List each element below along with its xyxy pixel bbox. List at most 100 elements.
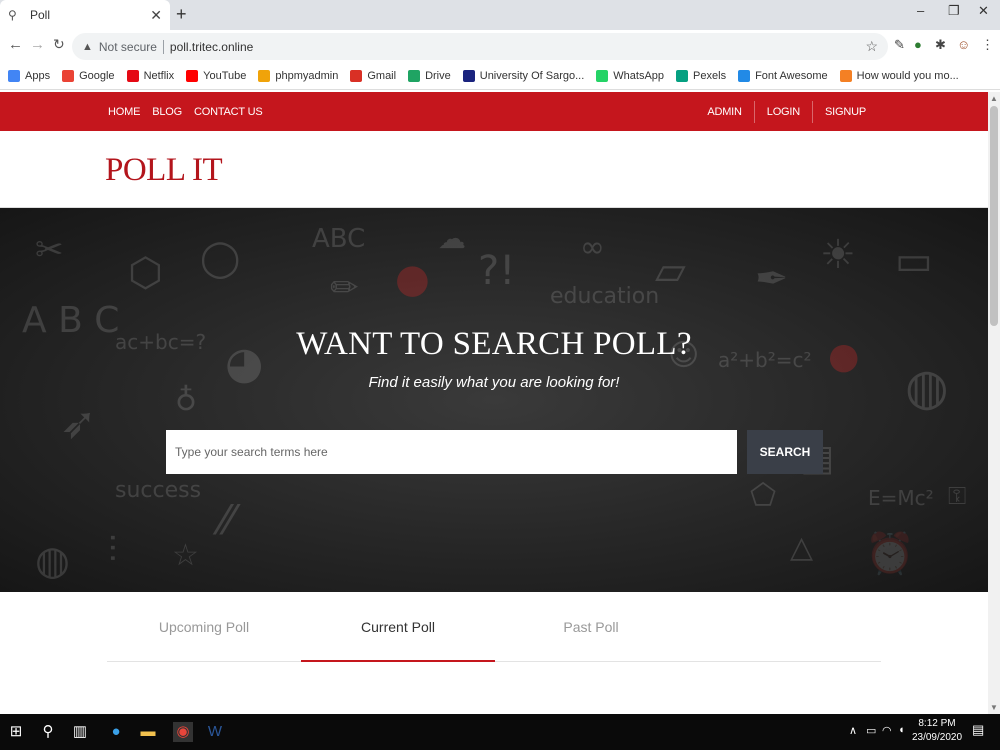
bookmark-star-icon[interactable]: ☆	[865, 38, 878, 55]
address-bar[interactable]: ▲ Not secure poll.tritec.online ☆	[72, 33, 888, 60]
chrome-icon[interactable]: ◉	[173, 722, 193, 742]
profile-avatar-icon[interactable]: ☺	[957, 37, 970, 52]
lock-doodle-icon: ⚿	[948, 482, 967, 510]
brand-header: POLL IT	[0, 131, 988, 208]
bookmark-label: WhatsApp	[613, 70, 665, 82]
url-text: poll.tritec.online	[169, 39, 254, 54]
speech-bubble-doodle-icon: ◯	[200, 238, 241, 279]
scroll-down-icon[interactable]: ▼	[990, 703, 998, 712]
bookmark-google[interactable]: Google	[62, 70, 115, 82]
nav-admin-link[interactable]: ADMIN	[695, 101, 753, 123]
file-explorer-icon[interactable]: ▬	[138, 722, 158, 742]
apps-grid-icon	[8, 70, 20, 82]
top-navigation: HOME BLOG CONTACT US ADMIN LOGIN SIGNUP	[0, 92, 988, 131]
pen-doodle-icon: ✒	[755, 256, 789, 302]
browser-tab[interactable]: ⚲ Poll ✕	[0, 0, 170, 30]
abc-doodle-icon: ABC	[312, 224, 366, 254]
wifi-icon[interactable]: ◠	[882, 724, 892, 737]
new-tab-icon[interactable]: +	[176, 4, 187, 25]
back-icon[interactable]: ←	[8, 36, 23, 53]
gmail-icon	[350, 70, 363, 82]
bookmark-netflix[interactable]: Netflix	[126, 70, 175, 82]
nav-blog-link[interactable]: BLOG	[152, 106, 182, 118]
windows-start-icon[interactable]: ⊞	[6, 722, 26, 742]
poll-search-input[interactable]	[166, 430, 737, 474]
bookmark-youtube[interactable]: YouTube	[186, 70, 246, 82]
warning-icon: ▲	[82, 40, 93, 53]
eyedropper-extension-icon[interactable]: ✎	[894, 37, 905, 53]
bookmark-phpmyadmin[interactable]: phpmyadmin	[258, 70, 338, 82]
nav-login-link[interactable]: LOGIN	[753, 100, 812, 123]
address-separator	[162, 39, 164, 54]
emc2-doodle-icon: E=Mc²	[868, 486, 934, 510]
youtube-icon	[186, 70, 199, 82]
restore-icon[interactable]: ❐	[948, 3, 960, 19]
poll-favicon-icon: ⚲	[8, 8, 17, 22]
bookmark-label: Font Awesome	[755, 70, 828, 82]
volume-icon[interactable]: ◖	[898, 724, 905, 736]
tray-chevron-icon[interactable]: ∧	[849, 724, 857, 737]
notifications-icon[interactable]: ▤	[972, 722, 984, 738]
task-view-icon[interactable]: ▥	[70, 722, 90, 742]
minimize-icon[interactable]: –	[917, 3, 924, 18]
search-icon[interactable]: ⚲	[38, 722, 58, 742]
bookmark-label: Netflix	[143, 70, 175, 82]
search-button[interactable]: SEARCH	[747, 430, 823, 474]
bookmark-drive[interactable]: Drive	[408, 70, 451, 82]
scroll-thumb[interactable]	[990, 106, 998, 326]
nav-home-link[interactable]: HOME	[108, 106, 140, 118]
tab-past-poll[interactable]: Past Poll	[494, 592, 688, 662]
tab-current-poll[interactable]: Current Poll	[301, 592, 495, 662]
bookmark-whatsapp[interactable]: WhatsApp	[596, 70, 664, 82]
reload-icon[interactable]: ↻	[53, 36, 65, 53]
page-viewport: HOME BLOG CONTACT US ADMIN LOGIN SIGNUP …	[0, 92, 988, 714]
site-logo[interactable]: POLL IT	[105, 152, 223, 189]
phpmyadmin-icon	[258, 70, 271, 82]
lightbulb-doodle-icon: ☀	[820, 232, 856, 278]
taskbar-clock[interactable]: 8:12 PM 23/09/2020	[908, 717, 966, 745]
cloud-doodle-icon: ☁	[438, 222, 466, 255]
university-icon	[462, 70, 475, 82]
bookmark-label: Apps	[25, 70, 51, 82]
page-scrollbar[interactable]: ▲ ▼	[988, 92, 1000, 714]
rocket-doodle-icon: ➶	[60, 398, 97, 449]
hero-search-section: ✂ ⬡ ◯ ABC ☁ ?! ∞ education ▱ ✒ ☀ ▭ A B C…	[0, 208, 988, 592]
extensions-puzzle-icon[interactable]: ✱	[935, 37, 946, 53]
bookmark-apps-grid[interactable]: Apps	[8, 70, 50, 82]
drive-icon	[408, 70, 421, 82]
bookmark-label: University Of Sargo...	[479, 70, 585, 82]
earth-extension-icon[interactable]: ●	[914, 37, 922, 52]
bookmark-gmail[interactable]: Gmail	[350, 70, 396, 82]
security-label: Not secure	[98, 39, 157, 54]
close-tab-icon[interactable]: ✕	[150, 7, 162, 24]
star-doodle-icon: ☆	[172, 538, 199, 573]
forward-icon[interactable]: →	[30, 36, 45, 53]
nav-contact-link[interactable]: CONTACT US	[194, 106, 263, 118]
bookmark-label: Gmail	[367, 70, 397, 82]
triangle-doodle-icon: △	[790, 530, 814, 565]
abacus-doodle-icon: ⫶	[108, 530, 117, 571]
bookmark-pexels[interactable]: Pexels	[676, 70, 726, 82]
bookmark-font-awesome[interactable]: Font Awesome	[738, 70, 828, 82]
glasses-doodle-icon: ∞	[580, 230, 605, 265]
tab-upcoming-poll[interactable]: Upcoming Poll	[107, 592, 301, 662]
browser-toolbar: ← → ↻ ▲ Not secure poll.tritec.online ☆ …	[0, 30, 1000, 63]
alarm-clock-doodle-icon: ⏰	[865, 531, 915, 577]
browser-tab-bar: ⚲ Poll ✕ + – ❐ ✕	[0, 0, 1000, 30]
clock-date: 23/09/2020	[911, 732, 963, 743]
tab-title: Poll	[30, 8, 51, 22]
word-icon[interactable]: W	[205, 722, 225, 742]
whatsapp-icon	[596, 70, 609, 82]
font-awesome-icon	[738, 70, 751, 82]
edge-icon[interactable]: ●	[106, 722, 126, 742]
scissors-doodle-icon: ✂	[35, 230, 64, 270]
menu-kebab-icon[interactable]: ⋮	[981, 37, 994, 53]
battery-icon[interactable]: ▭	[866, 724, 876, 737]
nav-signup-link[interactable]: SIGNUP	[812, 100, 878, 123]
windows-taskbar: ⊞ ⚲ ▥ ● ▬ ◉ W ∧ ▭ ◠ ◖ 8:12 PM 23/09/2020…	[0, 714, 1000, 750]
bookmark-university[interactable]: University Of Sargo...	[462, 70, 585, 82]
education-doodle-icon: education	[550, 284, 660, 309]
close-window-icon[interactable]: ✕	[978, 3, 989, 19]
bookmark-stackoverflow[interactable]: How would you mo...	[839, 70, 959, 82]
scroll-up-icon[interactable]: ▲	[990, 94, 998, 103]
